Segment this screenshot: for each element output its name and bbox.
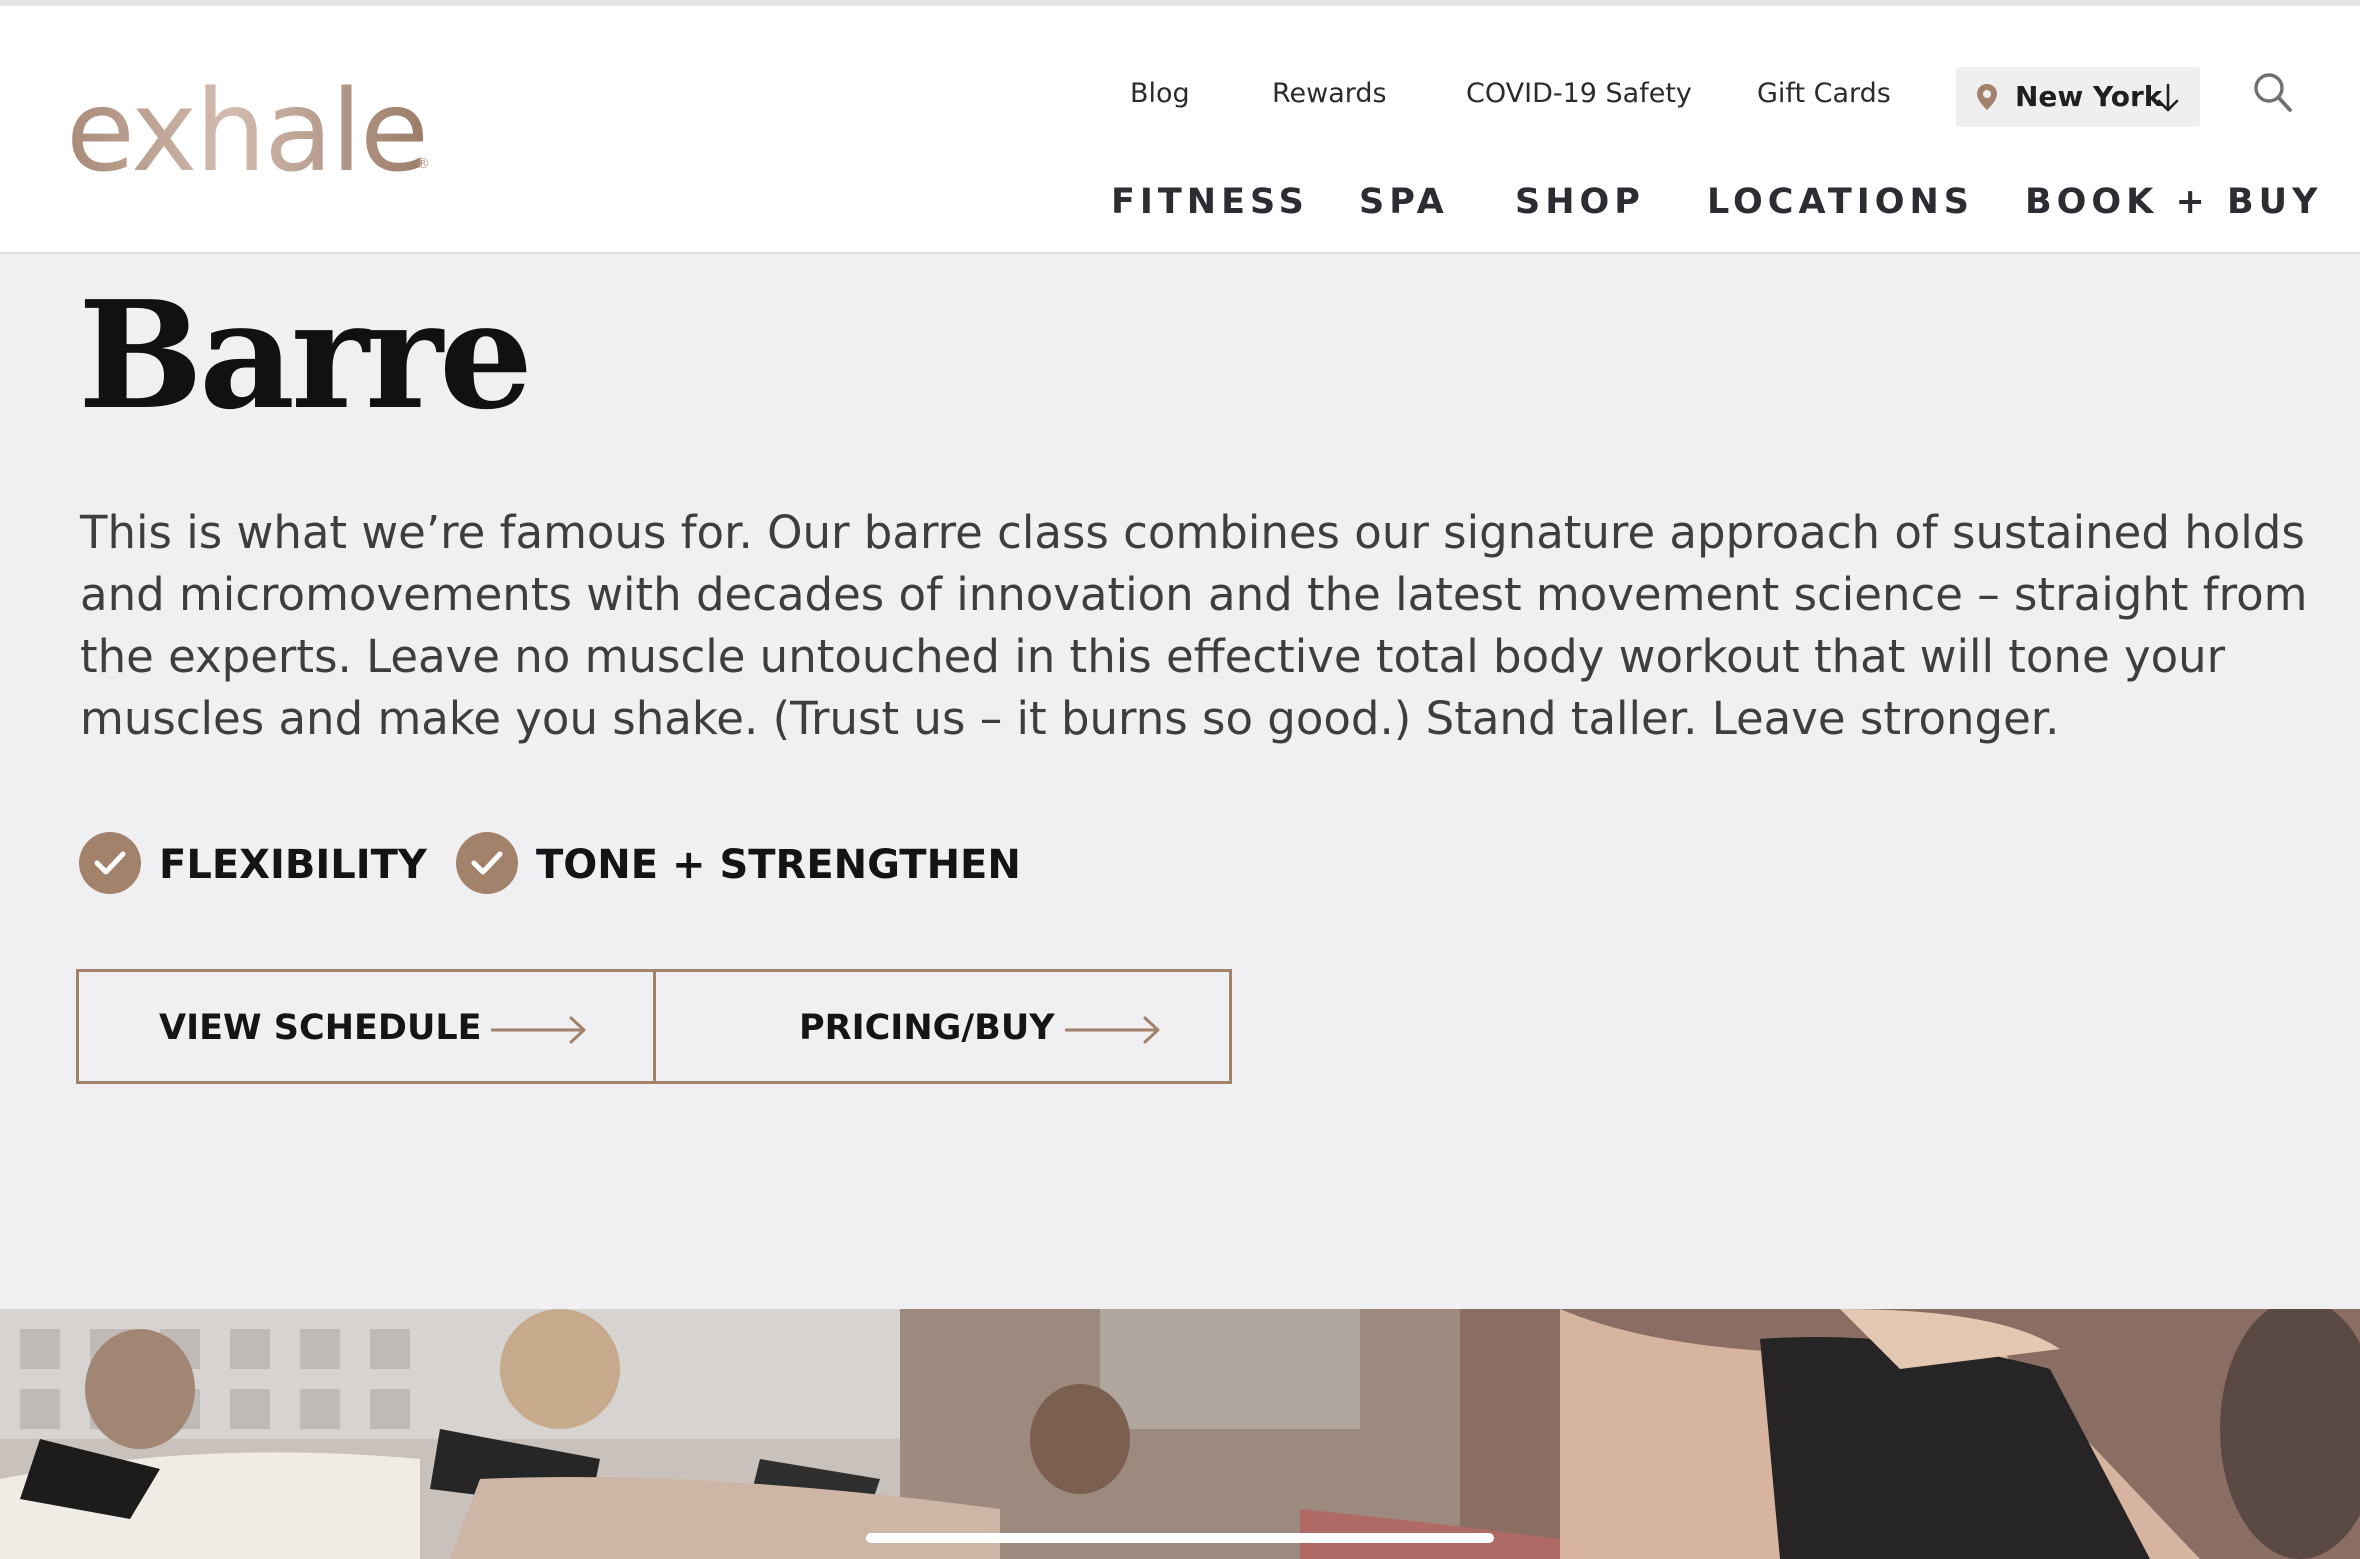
class-description: This is what we’re famous for. Our barre… xyxy=(80,506,2308,745)
check-circle-icon xyxy=(79,832,141,894)
check-circle-icon xyxy=(456,832,518,894)
nav-link-covid-safety[interactable]: COVID-19 Safety xyxy=(1466,78,1692,109)
barre-class-photo xyxy=(0,1309,2360,1559)
hero-illustration xyxy=(0,1309,2360,1559)
main-nav-locations[interactable]: LOCATIONS xyxy=(1707,182,1974,222)
search-icon[interactable] xyxy=(2253,72,2293,119)
arrow-down-icon xyxy=(2156,83,2180,118)
pricing-buy-button[interactable]: PRICING/BUY xyxy=(653,969,1232,1084)
arrow-right-icon xyxy=(1064,1015,1161,1050)
main-nav-fitness[interactable]: FITNESS xyxy=(1111,182,1309,222)
location-name: New York xyxy=(2015,80,2163,113)
main-nav-spa[interactable]: SPA xyxy=(1359,182,1449,222)
nav-link-rewards[interactable]: Rewards xyxy=(1272,78,1387,109)
feature-label: TONE + STRENGTHEN xyxy=(536,842,1021,888)
main-nav-shop[interactable]: SHOP xyxy=(1515,182,1645,222)
nav-link-gift-cards[interactable]: Gift Cards xyxy=(1757,78,1891,109)
nav-link-blog[interactable]: Blog xyxy=(1130,78,1190,109)
location-selector[interactable]: New York xyxy=(1956,67,2200,127)
button-label: PRICING/BUY xyxy=(799,1008,1055,1048)
view-schedule-button[interactable]: VIEW SCHEDULE xyxy=(76,969,656,1084)
exhale-logo[interactable]: exhale xyxy=(66,72,429,192)
arrow-right-icon xyxy=(490,1015,587,1050)
main-nav-book-buy[interactable]: BOOK + BUY xyxy=(2025,182,2322,222)
home-indicator[interactable] xyxy=(866,1533,1494,1543)
feature-label: FLEXIBILITY xyxy=(159,842,427,888)
map-pin-icon xyxy=(1976,83,1998,116)
registered-mark: ® xyxy=(416,156,430,172)
site-header: exhale ® Blog Rewards COVID-19 Safety Gi… xyxy=(0,6,2360,254)
button-label: VIEW SCHEDULE xyxy=(159,1008,482,1048)
page-title: Barre xyxy=(78,268,533,442)
